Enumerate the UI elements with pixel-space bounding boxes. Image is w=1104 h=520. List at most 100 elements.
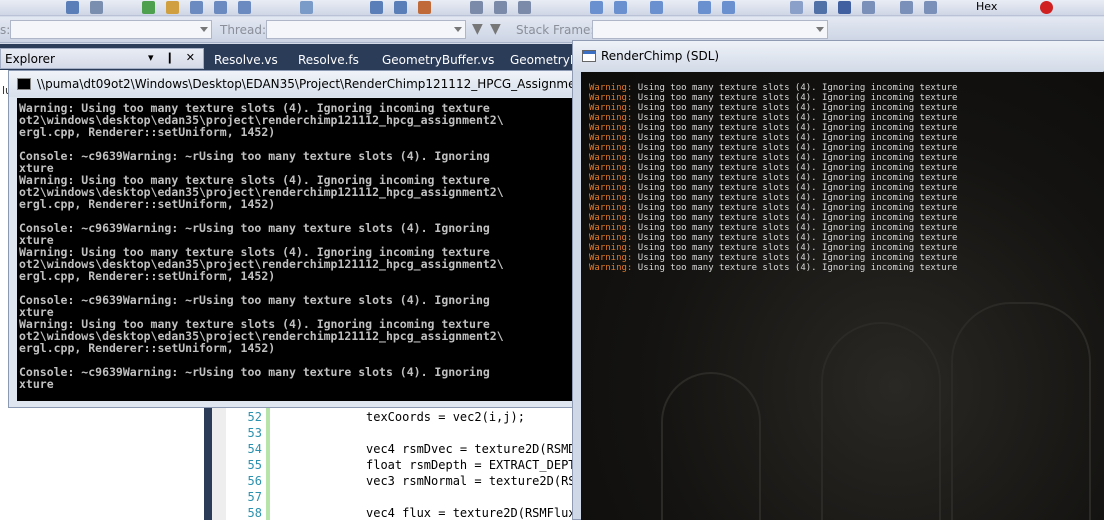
warning-prefix: Warning:: [589, 93, 633, 103]
find-icon[interactable]: [394, 1, 407, 14]
find-icon[interactable]: [418, 1, 431, 14]
desktop-screen: Hex s: Thread: ▼ ▼ Stack Frame: Explorer…: [0, 0, 1104, 520]
undo-icon[interactable]: [142, 1, 155, 14]
warning-message: Using too many texture slots (4). Ignori…: [632, 213, 958, 223]
tab-geometrybuffer-vs[interactable]: GeometryBuffer.vs: [382, 49, 494, 71]
step-icon[interactable]: [900, 1, 913, 14]
warning-message: Using too many texture slots (4). Ignori…: [632, 263, 958, 273]
sdl-warning-line: Warning: Using too many texture slots (4…: [589, 83, 957, 93]
sdl-warning-line: Warning: Using too many texture slots (4…: [589, 213, 957, 223]
comment-icon[interactable]: [470, 1, 483, 14]
sdl-warning-line: Warning: Using too many texture slots (4…: [589, 143, 957, 153]
step-icon[interactable]: [862, 1, 875, 14]
console-output[interactable]: Warning: Using too many texture slots (4…: [17, 98, 573, 401]
console-line: ergl.cpp, Renderer::setUniform, 1452): [19, 125, 276, 139]
sdl-warning-line: Warning: Using too many texture slots (4…: [589, 223, 957, 233]
code-text: vec3 rsmNormal = texture2D(RS: [366, 474, 576, 488]
s-label: s:: [0, 23, 11, 37]
warning-message: Using too many texture slots (4). Ignori…: [632, 183, 958, 193]
breakpoint-icon[interactable]: [1040, 1, 1053, 14]
window-icon[interactable]: [698, 1, 711, 14]
comment-icon[interactable]: [518, 1, 531, 14]
pause-icon[interactable]: [814, 1, 827, 14]
window-icon[interactable]: [650, 1, 663, 14]
line-number: 53: [247, 426, 262, 440]
step-icon[interactable]: [924, 1, 937, 14]
render-viewport[interactable]: Warning: Using too many texture slots (4…: [581, 72, 1104, 520]
build-icon[interactable]: [238, 1, 251, 14]
open-icon[interactable]: [90, 1, 103, 14]
hex-toggle[interactable]: Hex: [976, 0, 997, 14]
build-icon[interactable]: [190, 1, 203, 14]
warning-prefix: Warning:: [589, 223, 633, 233]
thread-combo[interactable]: [266, 20, 466, 39]
code-line: 55 float rsmDepth = EXTRACT_DEPT: [212, 457, 576, 473]
tab-resolve-vs[interactable]: Resolve.vs: [214, 49, 278, 71]
tab-geometrybuffer-fs[interactable]: GeometryB: [510, 49, 578, 71]
code-text: texCoords = vec2(i,j);: [366, 410, 525, 424]
sdl-warning-line: Warning: Using too many texture slots (4…: [589, 163, 957, 173]
warning-prefix: Warning:: [589, 263, 633, 273]
sdl-titlebar[interactable]: RenderChimp (SDL): [573, 41, 1104, 71]
explorer-title: Explorer: [5, 52, 55, 66]
console-line: xture: [19, 377, 54, 391]
chevron-down-icon: [200, 27, 208, 32]
warning-message: Using too many texture slots (4). Ignori…: [632, 243, 958, 253]
process-combo[interactable]: [10, 20, 212, 39]
line-number: 54: [247, 442, 262, 456]
stack-frame-combo[interactable]: [592, 20, 828, 39]
console-line: Console: ~c9639Warning: ~rUsing too many…: [19, 365, 490, 379]
stop-icon[interactable]: [838, 1, 851, 14]
stack-frame-label: Stack Frame:: [516, 23, 595, 37]
save-icon[interactable]: [66, 1, 79, 14]
window-icon[interactable]: [590, 1, 603, 14]
warning-prefix: Warning:: [589, 203, 633, 213]
window-icon[interactable]: [614, 1, 627, 14]
code-editor[interactable]: 52 texCoords = vec2(i,j); 53 54 vec4 rsmDvec…: [212, 400, 576, 520]
console-window[interactable]: \\puma\dt09ot2\Windows\Desktop\EDAN35\Pr…: [8, 70, 624, 408]
start-icon[interactable]: [790, 1, 803, 14]
warning-message: Using too many texture slots (4). Ignori…: [632, 83, 958, 93]
sdl-warning-line: Warning: Using too many texture slots (4…: [589, 103, 957, 113]
code-text: vec4 rsmDvec = texture2D(RSMD: [366, 442, 576, 456]
comment-icon[interactable]: [494, 1, 507, 14]
sdl-window[interactable]: RenderChimp (SDL) Warning: Using too man…: [572, 40, 1104, 520]
sdl-warning-line: Warning: Using too many texture slots (4…: [589, 203, 957, 213]
build-icon[interactable]: [214, 1, 227, 14]
find-icon[interactable]: [300, 1, 313, 14]
code-line: 53: [212, 425, 574, 441]
console-line: ergl.cpp, Renderer::setUniform, 1452): [19, 197, 276, 211]
warning-message: Using too many texture slots (4). Ignori…: [632, 233, 958, 243]
panel-controls[interactable]: ▾ ❙ ✕: [148, 51, 199, 64]
warning-message: Using too many texture slots (4). Ignori…: [632, 93, 958, 103]
code-text: vec4 flux = texture2D(RSMFlux: [366, 506, 576, 520]
console-titlebar[interactable]: \\puma\dt09ot2\Windows\Desktop\EDAN35\Pr…: [9, 71, 624, 97]
code-line: 57: [212, 489, 574, 505]
warning-prefix: Warning:: [589, 133, 633, 143]
chevron-down-icon: [816, 27, 824, 32]
line-number: 52: [247, 410, 262, 424]
find-icon[interactable]: [370, 1, 383, 14]
window-icon[interactable]: [722, 1, 735, 14]
warning-prefix: Warning:: [589, 83, 633, 93]
warning-prefix: Warning:: [589, 153, 633, 163]
warning-prefix: Warning:: [589, 233, 633, 243]
redo-icon[interactable]: [166, 1, 179, 14]
thread-label: Thread:: [220, 23, 267, 37]
code-line: 52 texCoords = vec2(i,j);: [212, 409, 574, 425]
filter-icon[interactable]: ▼: [490, 21, 501, 37]
sdl-warning-line: Warning: Using too many texture slots (4…: [589, 233, 957, 243]
console-line: ergl.cpp, Renderer::setUniform, 1452): [19, 269, 276, 283]
code-line: 56 vec3 rsmNormal = texture2D(RS: [212, 473, 576, 489]
warning-message: Using too many texture slots (4). Ignori…: [632, 173, 958, 183]
warning-message: Using too many texture slots (4). Ignori…: [632, 123, 958, 133]
console-line: Console: ~c9639Warning: ~rUsing too many…: [19, 149, 490, 163]
warning-message: Using too many texture slots (4). Ignori…: [632, 203, 958, 213]
warning-prefix: Warning:: [589, 123, 633, 133]
warning-message: Using too many texture slots (4). Ignori…: [632, 153, 958, 163]
filter-icon[interactable]: ▼: [472, 21, 483, 37]
tab-resolve-fs[interactable]: Resolve.fs: [298, 49, 359, 71]
sdl-warning-line: Warning: Using too many texture slots (4…: [589, 253, 957, 263]
main-toolbar: Hex: [0, 0, 1104, 16]
line-number: 55: [247, 458, 262, 472]
